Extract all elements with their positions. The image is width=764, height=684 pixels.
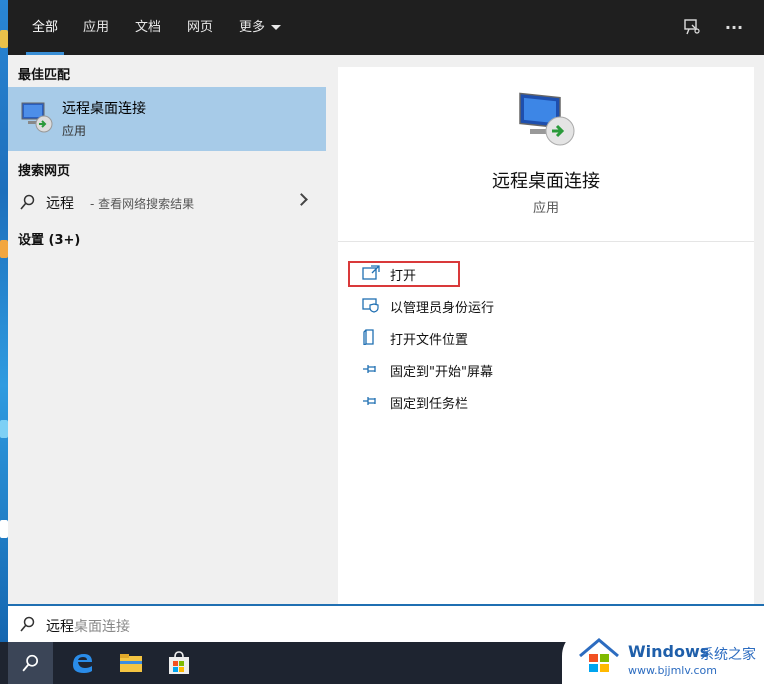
action-open-file-location[interactable]: 打开文件位置 [358, 324, 618, 352]
remote-desktop-icon [21, 102, 53, 133]
taskbar-search-button[interactable] [8, 642, 53, 684]
watermark-logo: Windows 系统之家 www.bjjmlv.com [562, 628, 764, 684]
watermark-brand: Windows [628, 642, 710, 661]
watermark-site: 系统之家 [700, 647, 756, 663]
search-text: 远程桌面连接 [46, 616, 130, 636]
search-icon [22, 654, 39, 672]
action-pin-taskbar[interactable]: 固定到任务栏 [358, 388, 618, 416]
tab-documents[interactable]: 文档 [135, 0, 161, 55]
edge-icon[interactable] [69, 650, 95, 676]
chevron-down-icon [271, 25, 282, 30]
admin-shield-icon [362, 298, 379, 313]
action-label: 以管理员身份运行 [390, 301, 495, 316]
tab-apps[interactable]: 应用 [83, 0, 109, 55]
desktop-background [0, 0, 8, 642]
store-icon[interactable] [166, 650, 192, 676]
feedback-icon[interactable] [682, 18, 702, 38]
detail-subtitle: 应用 [532, 201, 559, 216]
filter-tabs-bar: 全部 应用 文档 网页 更多 ··· [8, 0, 764, 55]
web-search-header: 搜索网页 [18, 164, 71, 179]
action-open[interactable]: 打开 [358, 260, 618, 288]
search-suggestion: 桌面连接 [74, 619, 130, 635]
action-pin-start[interactable]: 固定到"开始"屏幕 [358, 356, 618, 384]
desktop-icon-fragment [0, 240, 8, 258]
search-panel: 全部 应用 文档 网页 更多 ··· 最佳匹配 远程桌面连接 应用 搜索网页 远… [8, 0, 764, 604]
pin-icon [363, 397, 376, 405]
detail-title: 远程桌面连接 [492, 171, 600, 192]
action-label: 打开文件位置 [390, 333, 469, 348]
action-label: 固定到"开始"屏幕 [390, 365, 493, 380]
best-match-subtitle: 应用 [62, 124, 87, 138]
windows-house-logo-icon [579, 638, 619, 672]
file-location-icon [363, 329, 374, 345]
desktop-icon-fragment [0, 420, 8, 438]
tab-all[interactable]: 全部 [25, 0, 65, 55]
watermark-url: www.bjjmlv.com [628, 664, 717, 677]
settings-header[interactable]: 设置 (3+) [18, 229, 80, 248]
best-match-title: 远程桌面连接 [62, 101, 146, 117]
search-typed: 远程 [46, 619, 74, 635]
more-dots-icon[interactable]: ··· [724, 18, 744, 38]
best-match-header: 最佳匹配 [18, 68, 71, 83]
file-explorer-icon[interactable] [118, 650, 144, 676]
search-icon [20, 616, 35, 632]
divider [338, 241, 754, 242]
results-list: 最佳匹配 远程桌面连接 应用 搜索网页 远程 - 查看网络搜索结果 设置 (3+… [8, 55, 326, 604]
web-search-result[interactable]: 远程 - 查看网络搜索结果 [8, 187, 326, 217]
tab-web[interactable]: 网页 [187, 0, 213, 55]
desktop-icon-fragment [0, 30, 8, 48]
best-match-item[interactable]: 远程桌面连接 应用 [8, 87, 326, 151]
detail-pane: 远程桌面连接 应用 打开 以管理员身份运行 打开文件位置 固定到"开始"屏幕 固… [338, 67, 754, 604]
pin-icon [363, 365, 376, 373]
action-run-as-admin[interactable]: 以管理员身份运行 [358, 292, 618, 320]
action-label: 打开 [390, 269, 417, 284]
desktop-icon-fragment [0, 520, 8, 538]
web-query: 远程 [46, 196, 74, 212]
chevron-right-icon [295, 193, 308, 206]
tab-more[interactable]: 更多 [239, 0, 282, 55]
open-icon [362, 265, 380, 280]
tab-more-label: 更多 [239, 20, 266, 35]
action-label: 固定到任务栏 [390, 397, 469, 412]
search-icon [20, 194, 35, 210]
remote-desktop-large-icon [519, 92, 575, 146]
web-hint: - 查看网络搜索结果 [90, 197, 195, 211]
